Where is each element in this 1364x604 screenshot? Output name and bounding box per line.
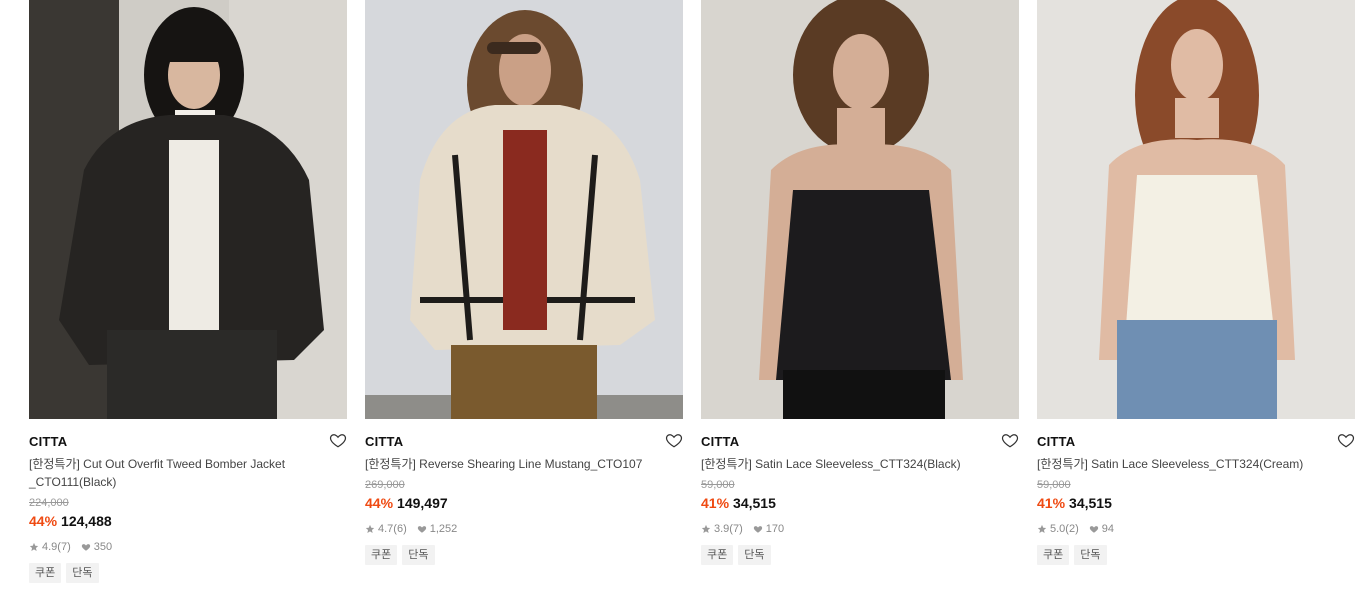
product-card[interactable]: CITTA [한정특가] Satin Lace Sleeveless_CTT32… (1037, 0, 1355, 565)
product-name[interactable]: [한정특가] Cut Out Overfit Tweed Bomber Jack… (29, 455, 329, 491)
price-row: 41% 34,515 (1037, 495, 1355, 512)
star-icon (1037, 524, 1047, 534)
like-count: 94 (1101, 523, 1114, 535)
product-card[interactable]: CITTA [한정특가] Cut Out Overfit Tweed Bombe… (29, 0, 347, 583)
brand-name[interactable]: CITTA (1037, 434, 1075, 450)
like-count: 1,252 (429, 523, 458, 535)
heart-filled-icon (1089, 524, 1099, 534)
review-count: (7) (729, 523, 743, 535)
rating-value: 4.9 (42, 541, 58, 553)
discount-rate: 44% (365, 495, 394, 511)
tag-list: 쿠폰 단독 (701, 545, 1019, 565)
product-card[interactable]: CITTA [한정특가] Reverse Shearing Line Musta… (365, 0, 683, 565)
wishlist-heart-icon[interactable] (1337, 431, 1355, 449)
exclusive-tag: 단독 (66, 563, 99, 583)
wishlist-heart-icon[interactable] (665, 431, 683, 449)
product-grid: CITTA [한정특가] Cut Out Overfit Tweed Bombe… (0, 0, 1364, 604)
rating-value: 5.0 (1050, 523, 1066, 535)
product-name[interactable]: [한정특가] Reverse Shearing Line Mustang_CTO… (365, 455, 665, 473)
product-image[interactable] (701, 0, 1019, 419)
product-meta: 5.0 (2) 94 (1037, 522, 1355, 536)
product-card[interactable]: CITTA [한정특가] Satin Lace Sleeveless_CTT32… (701, 0, 1019, 565)
sale-price: 34,515 (733, 495, 776, 511)
coupon-tag: 쿠폰 (1037, 545, 1070, 565)
price-row: 44% 124,488 (29, 513, 347, 530)
review-count: (6) (393, 523, 407, 535)
heart-filled-icon (81, 542, 91, 552)
product-image[interactable] (29, 0, 347, 419)
product-meta: 4.9 (7) 350 (29, 540, 347, 554)
original-price: 224,000 (29, 497, 69, 509)
exclusive-tag: 단독 (738, 545, 771, 565)
rating-value: 3.9 (714, 523, 730, 535)
original-price: 59,000 (701, 479, 735, 491)
like-count: 170 (765, 523, 785, 535)
price-row: 44% 149,497 (365, 495, 683, 512)
heart-filled-icon (417, 524, 427, 534)
heart-filled-icon (753, 524, 763, 534)
wishlist-heart-icon[interactable] (329, 431, 347, 449)
sale-price: 34,515 (1069, 495, 1112, 511)
product-name[interactable]: [한정특가] Satin Lace Sleeveless_CTT324(Crea… (1037, 455, 1337, 473)
product-meta: 4.7 (6) 1,252 (365, 522, 683, 536)
brand-name[interactable]: CITTA (29, 434, 67, 450)
coupon-tag: 쿠폰 (29, 563, 62, 583)
sale-price: 124,488 (61, 513, 112, 529)
brand-name[interactable]: CITTA (701, 434, 739, 450)
exclusive-tag: 단독 (1074, 545, 1107, 565)
discount-rate: 44% (29, 513, 58, 529)
exclusive-tag: 단독 (402, 545, 435, 565)
coupon-tag: 쿠폰 (701, 545, 734, 565)
wishlist-heart-icon[interactable] (1001, 431, 1019, 449)
star-icon (365, 524, 375, 534)
product-meta: 3.9 (7) 170 (701, 522, 1019, 536)
like-count: 350 (93, 541, 113, 553)
original-price: 269,000 (365, 479, 405, 491)
product-name[interactable]: [한정특가] Satin Lace Sleeveless_CTT324(Blac… (701, 455, 1001, 473)
tag-list: 쿠폰 단독 (1037, 545, 1355, 565)
product-image[interactable] (1037, 0, 1355, 419)
discount-rate: 41% (1037, 495, 1066, 511)
product-image[interactable] (365, 0, 683, 419)
discount-rate: 41% (701, 495, 730, 511)
tag-list: 쿠폰 단독 (29, 563, 347, 583)
review-count: (2) (1065, 523, 1079, 535)
rating-value: 4.7 (378, 523, 394, 535)
price-row: 41% 34,515 (701, 495, 1019, 512)
coupon-tag: 쿠폰 (365, 545, 398, 565)
original-price: 59,000 (1037, 479, 1071, 491)
review-count: (7) (57, 541, 71, 553)
sale-price: 149,497 (397, 495, 448, 511)
star-icon (701, 524, 711, 534)
brand-name[interactable]: CITTA (365, 434, 403, 450)
star-icon (29, 542, 39, 552)
tag-list: 쿠폰 단독 (365, 545, 683, 565)
